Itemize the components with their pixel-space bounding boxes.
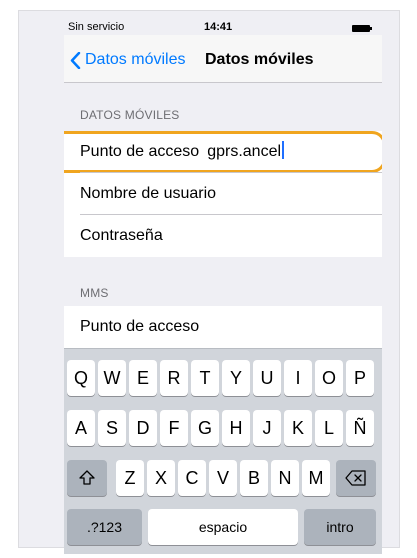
key-x[interactable]: X: [147, 460, 175, 496]
back-button-label: Datos móviles: [85, 51, 186, 68]
key-j[interactable]: J: [253, 410, 281, 446]
mms-apn-label: Punto de acceso: [80, 318, 200, 335]
back-button[interactable]: Datos móviles: [70, 51, 185, 69]
key-y[interactable]: Y: [222, 360, 250, 396]
return-key[interactable]: intro: [304, 509, 376, 545]
key-z[interactable]: Z: [116, 460, 144, 496]
key-m[interactable]: M: [302, 460, 330, 496]
key-i[interactable]: I: [284, 360, 312, 396]
keyboard: Q W E R T Y U I O P A S D F G H J K L Ñ …: [64, 348, 382, 554]
shift-key[interactable]: [67, 460, 107, 496]
apn-field[interactable]: Punto de acceso gprs.ancel: [64, 131, 382, 173]
key-e[interactable]: E: [129, 360, 157, 396]
key-q[interactable]: Q: [67, 360, 95, 396]
section-header-datos-moviles: DATOS MÓVILES: [80, 108, 180, 122]
shift-icon: [79, 470, 95, 485]
key-g[interactable]: G: [191, 410, 219, 446]
apn-label: Punto de acceso: [80, 143, 200, 160]
key-p[interactable]: P: [346, 360, 374, 396]
delete-key[interactable]: [336, 460, 376, 496]
text-cursor: [282, 141, 285, 159]
key-b[interactable]: B: [240, 460, 268, 496]
key-v[interactable]: V: [209, 460, 237, 496]
key-n[interactable]: N: [271, 460, 299, 496]
password-label: Contraseña: [80, 227, 163, 244]
battery-icon: [352, 25, 372, 32]
key-k[interactable]: K: [284, 410, 312, 446]
numbers-key[interactable]: .?123: [67, 509, 142, 545]
key-f[interactable]: F: [160, 410, 188, 446]
section-header-mms: MMS: [80, 286, 109, 300]
key-h[interactable]: H: [222, 410, 250, 446]
clock: 14:41: [204, 21, 233, 33]
status-bar: Sin servicio 14:41: [64, 15, 382, 35]
key-r[interactable]: R: [160, 360, 188, 396]
apn-value: gprs.ancel: [207, 143, 282, 160]
key-enye[interactable]: Ñ: [346, 410, 374, 446]
key-w[interactable]: W: [98, 360, 126, 396]
password-field[interactable]: Contraseña: [64, 215, 382, 257]
username-field[interactable]: Nombre de usuario: [64, 173, 382, 215]
phone-screen: Sin servicio 14:41 Datos móviles Datos m…: [64, 15, 382, 554]
backspace-icon: [345, 470, 366, 486]
key-d[interactable]: D: [129, 410, 157, 446]
key-t[interactable]: T: [191, 360, 219, 396]
key-o[interactable]: O: [315, 360, 343, 396]
key-u[interactable]: U: [253, 360, 281, 396]
mms-apn-field[interactable]: Punto de acceso: [64, 306, 382, 348]
nav-bar: Datos móviles Datos móviles: [64, 35, 382, 83]
username-label: Nombre de usuario: [80, 185, 217, 202]
key-l[interactable]: L: [315, 410, 343, 446]
space-key[interactable]: espacio: [148, 509, 298, 545]
key-c[interactable]: C: [178, 460, 206, 496]
key-a[interactable]: A: [67, 410, 95, 446]
chevron-left-icon: [70, 51, 81, 69]
key-s[interactable]: S: [98, 410, 126, 446]
carrier-label: Sin servicio: [68, 21, 125, 33]
page-title: Datos móviles: [205, 51, 314, 68]
